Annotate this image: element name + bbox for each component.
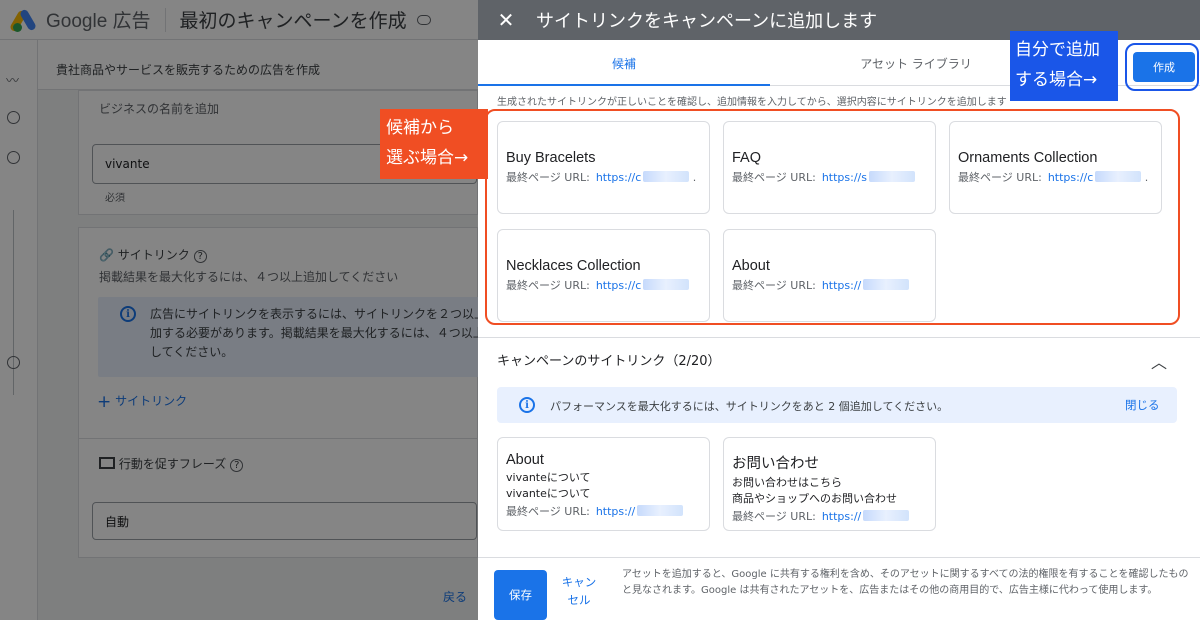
manual-add-callout: 自分で追加 する場合→ <box>1010 31 1118 101</box>
url-row: 最終ページ URL: https:// <box>732 508 935 524</box>
redacted-url <box>637 505 684 516</box>
info-icon: i <box>519 397 535 413</box>
url-link: https:// <box>595 505 636 518</box>
url-row: 最終ページ URL: https:// <box>506 503 709 519</box>
sitelink-title: お問い合わせ <box>732 456 819 472</box>
close-icon[interactable]: ✕ <box>496 8 516 32</box>
sitelink-desc-1: お問い合わせはこちら <box>732 476 842 489</box>
panel-title: サイトリンクをキャンペーンに追加します <box>536 11 878 32</box>
instruction-text: 生成されたサイトリンクが正しいことを確認し、追加情報を入力してから、選択内容にサ… <box>497 97 1007 108</box>
url-link: https:// <box>821 510 862 523</box>
url-label: 最終ページ URL: <box>506 505 590 518</box>
sitelink-desc-2: 商品やショップへのお問い合わせ <box>732 492 897 505</box>
campaign-sitelink-card[interactable]: お問い合わせ お問い合わせはこちら 商品やショップへのお問い合わせ 最終ページ … <box>723 437 936 531</box>
banner-close-link[interactable]: 閉じる <box>1125 397 1160 413</box>
callout-line-1: 自分で追加 <box>1015 40 1100 60</box>
callout-line-2: 選ぶ場合→ <box>386 148 469 168</box>
redacted-url <box>863 510 910 521</box>
tab-suggestions[interactable]: 候補 <box>478 40 770 86</box>
panel-footer: 保存 キャンセル アセットを追加すると、Google に共有する権利を含め、その… <box>478 557 1200 620</box>
campaign-sitelinks-title: キャンペーンのサイトリンク（2/20） <box>497 354 721 369</box>
suggestions-callout: 候補から 選ぶ場合→ <box>380 109 488 179</box>
section-divider <box>478 337 1200 338</box>
sitelink-desc-2: vivanteについて <box>506 487 591 500</box>
cancel-button[interactable]: キャンセル <box>558 573 600 609</box>
suggestions-highlight-box <box>485 109 1180 325</box>
create-button-highlight <box>1125 43 1199 91</box>
callout-line-1: 候補から <box>386 118 454 138</box>
url-label: 最終ページ URL: <box>732 510 816 523</box>
active-tab-indicator <box>478 84 770 86</box>
save-button[interactable]: 保存 <box>494 570 547 620</box>
sitelink-desc-1: vivanteについて <box>506 471 591 484</box>
legal-text: アセットを追加すると、Google に共有する権利を含め、そのアセットに関するす… <box>622 569 1189 596</box>
campaign-sitelink-card[interactable]: About vivanteについて vivanteについて 最終ページ URL:… <box>497 437 710 531</box>
performance-text: パフォーマンスを最大化するには、サイトリンクをあと 2 個追加してください。 <box>550 400 949 413</box>
modal-overlay <box>0 0 478 620</box>
performance-banner: i パフォーマンスを最大化するには、サイトリンクをあと 2 個追加してください。… <box>497 387 1177 423</box>
callout-line-2: する場合→ <box>1015 70 1098 90</box>
chevron-up-icon[interactable]: ︿ <box>1151 349 1167 373</box>
sitelink-title: About <box>506 452 544 468</box>
